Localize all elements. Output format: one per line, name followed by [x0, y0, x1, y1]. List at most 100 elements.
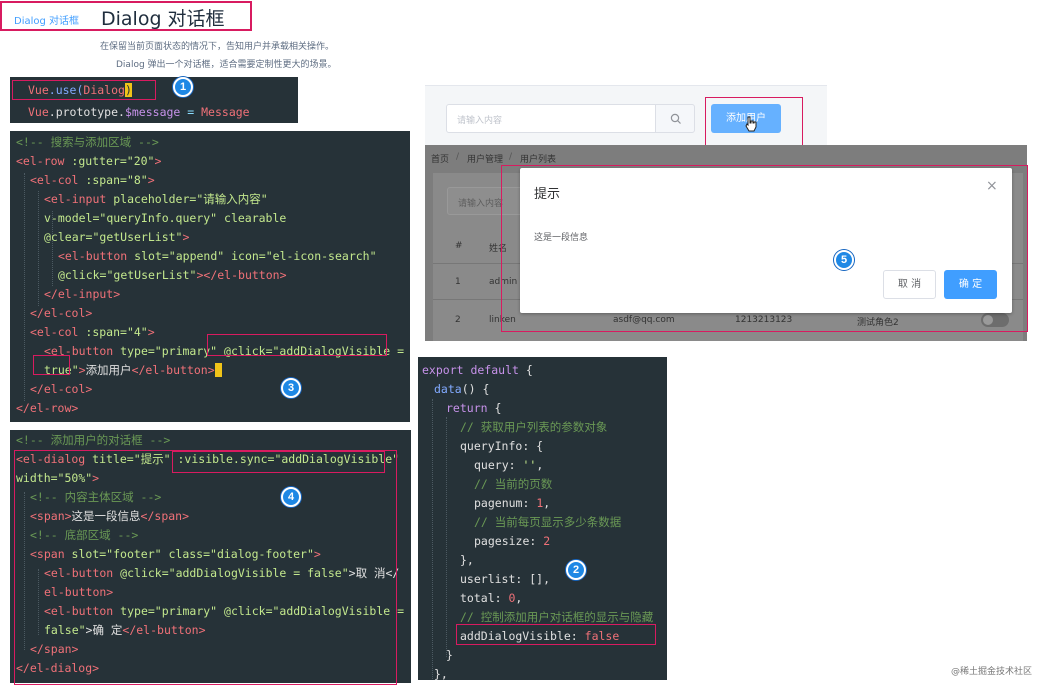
breadcrumb-user-mgmt: 用户管理 — [467, 155, 504, 165]
code-token: .prototype. — [48, 105, 125, 119]
step-badge-3: 3 — [281, 378, 301, 398]
search-placeholder: 请输入内容 — [457, 116, 503, 126]
code-comment: <!-- 搜索与添加区域 --> — [16, 135, 159, 149]
step-badge-5: 5 — [834, 250, 854, 270]
code-token: query — [474, 458, 509, 472]
highlight-dialog — [501, 165, 1028, 332]
code-token: v-model= — [44, 211, 100, 225]
highlight-true-value — [33, 355, 70, 375]
code-comment: // 当前的页数 — [474, 477, 553, 491]
step-badge-2: 2 — [566, 560, 586, 580]
code-token: export default — [422, 363, 519, 377]
code-token: } — [446, 648, 453, 662]
code-token: @click= — [58, 268, 107, 282]
page-description-1: 在保留当前页面状态的情况下，告知用户并承载相关操作。 — [100, 42, 335, 52]
code-comment: // 获取用户列表的参数对象 — [460, 420, 608, 434]
code-token: </el-col> — [30, 382, 93, 396]
code-token: ></el-button> — [196, 268, 287, 282]
code-token: 2 — [543, 534, 551, 548]
code-token: slot= — [127, 249, 169, 263]
breadcrumb-link[interactable]: Dialog 对话框 — [14, 12, 79, 27]
code-token: '' — [522, 458, 537, 472]
code-token: > — [154, 154, 162, 168]
code-token: , — [543, 496, 551, 510]
code-token: $message — [124, 105, 181, 119]
code-token: : { — [522, 439, 544, 453]
code-token: "20" — [126, 154, 155, 168]
table-cell: 1 — [455, 277, 461, 287]
code-token: : — [508, 458, 523, 472]
step-badge-1: 1 — [173, 77, 193, 97]
code-token: "append" — [168, 249, 225, 263]
highlight-add-dialog-visible — [456, 624, 656, 645]
page-description-2: Dialog 弹出一个对话框，适合需要定制性更大的场景。 — [116, 60, 337, 70]
breadcrumb-user-list: 用户列表 — [520, 155, 557, 165]
bg-search-placeholder: 请输入内容 — [458, 199, 504, 209]
code-token: { — [487, 401, 502, 415]
page-title: Dialog 对话框 — [101, 8, 225, 30]
code-token: Vue — [28, 105, 49, 119]
code-token: 添加用户 — [85, 363, 132, 377]
breadcrumb-home: 首页 — [431, 155, 450, 165]
code-token: icon= — [224, 249, 266, 263]
code-token: "getUserList" — [106, 268, 197, 282]
breadcrumb-separator: / — [509, 152, 513, 162]
code-token: > — [147, 325, 155, 339]
search-input[interactable]: 请输入内容 — [446, 104, 656, 133]
highlight-add-user-button — [705, 97, 803, 146]
code-token: </el-input> — [44, 287, 121, 301]
code-token: data — [434, 382, 462, 396]
code-token: clearable — [217, 211, 287, 225]
code-token: </el-button> — [131, 363, 215, 377]
highlight-dialog-block — [14, 450, 397, 685]
code-token: </el-row> — [16, 401, 79, 415]
code-token: = — [180, 105, 202, 119]
code-token: > — [182, 230, 190, 244]
code-token: <el-col — [30, 325, 79, 339]
code-token: <el-button — [58, 249, 128, 263]
code-token: { — [518, 363, 533, 377]
watermark: @稀土掘金技术社区 — [951, 667, 1033, 677]
code-token: "8" — [126, 173, 148, 187]
code-token: queryInfo — [460, 439, 523, 453]
code-token: :gutter= — [64, 154, 127, 168]
text-cursor — [214, 363, 222, 377]
table-header-index: # — [455, 241, 463, 251]
code-token: type= — [113, 344, 155, 358]
highlight-use-dialog — [12, 80, 156, 100]
code-token: : — [522, 496, 537, 510]
code-token: @clear= — [44, 230, 93, 244]
step-badge-4: 4 — [281, 487, 301, 507]
code-token: : — [529, 534, 544, 548]
breadcrumb-separator: / — [456, 152, 460, 162]
code-token: placeholder= — [106, 192, 197, 206]
code-token: <el-input — [44, 192, 107, 206]
code-token: : — [494, 591, 509, 605]
code-token: , — [536, 458, 544, 472]
code-token: <el-row — [16, 154, 65, 168]
code-token: "el-icon-search" — [265, 249, 377, 263]
code-token: "queryInfo.query" — [99, 211, 218, 225]
code-token: :span= — [78, 173, 127, 187]
code-token: () { — [461, 382, 490, 396]
code-token: }, — [434, 667, 448, 680]
code-token: :span= — [78, 325, 127, 339]
code-token: , — [515, 591, 523, 605]
highlight-visible-sync — [172, 451, 385, 473]
code-comment: // 当前每页显示多少条数据 — [474, 515, 622, 529]
code-token: "getUserList" — [92, 230, 183, 244]
code-token: "4" — [126, 325, 148, 339]
search-button[interactable] — [655, 104, 695, 133]
table-cell: 2 — [455, 315, 461, 325]
code-token: : [], — [515, 572, 551, 586]
code-token: "请输入内容" — [196, 192, 268, 206]
code-token: <el-col — [30, 173, 79, 187]
code-comment: <!-- 添加用户的对话框 --> — [16, 433, 171, 447]
highlight-click-handler — [207, 334, 387, 356]
code-token: userlist — [460, 572, 516, 586]
code-token: return — [446, 401, 488, 415]
code-token: </el-col> — [30, 306, 93, 320]
code-token: Message — [201, 105, 250, 119]
code-comment: // 控制添加用户对话框的显示与隐藏 — [460, 610, 654, 624]
code-block-search-add: <!-- 搜索与添加区域 --> <el-row :gutter="20"> <… — [10, 131, 410, 422]
